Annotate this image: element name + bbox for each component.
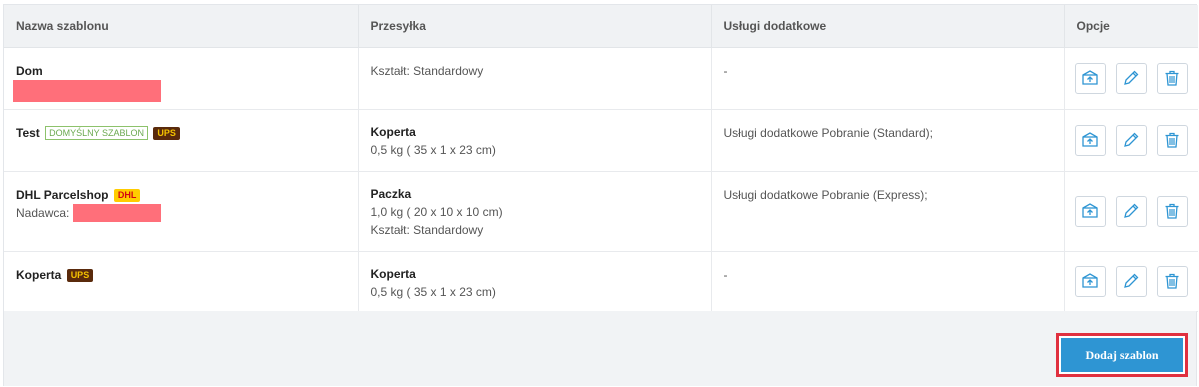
edit-button[interactable] — [1115, 124, 1147, 156]
upload-box-icon — [1082, 132, 1098, 147]
upload-box-icon — [1082, 70, 1098, 85]
dhl-badge: DHL — [113, 188, 141, 202]
template-name-cell: DHL Parcelshop DHL Nadawca: — [4, 171, 359, 252]
options-cell — [1064, 171, 1198, 252]
table-row: DHL Parcelshop DHL Nadawca: Paczka 1,0 k… — [4, 171, 1198, 252]
edit-button[interactable] — [1115, 265, 1147, 297]
services-text: - — [723, 267, 728, 282]
services-cell: Usługi dodatkowe Pobranie (Standard); — [711, 109, 1065, 172]
templates-table: Nazwa szablonu Przesyłka Usługi dodatkow… — [4, 5, 1198, 312]
use-template-button[interactable] — [1074, 124, 1106, 156]
default-template-badge: DOMYŚLNY SZABLON — [45, 125, 149, 140]
services-text: Usługi dodatkowe Pobranie (Standard); — [723, 125, 933, 140]
delete-button[interactable] — [1156, 124, 1188, 156]
table-row: Koperta UPS Koperta 0,5 kg ( 35 x 1 x 23… — [4, 251, 1198, 312]
pencil-icon — [1124, 273, 1139, 288]
add-template-button[interactable]: Dodaj szablon — [1056, 333, 1188, 377]
trash-icon — [1165, 70, 1179, 86]
table-header-row: Nazwa szablonu Przesyłka Usługi dodatkow… — [4, 5, 1198, 48]
header-template-name: Nazwa szablonu — [4, 5, 359, 48]
template-name-cell: Koperta UPS — [4, 251, 359, 312]
delete-button[interactable] — [1156, 265, 1188, 297]
shipment-type: Paczka — [370, 186, 412, 201]
delete-button[interactable] — [1156, 62, 1188, 94]
template-name-cell: Dom — [4, 47, 359, 110]
add-template-label: Dodaj szablon — [1061, 338, 1183, 372]
services-text: Usługi dodatkowe Pobranie (Express); — [723, 187, 928, 202]
trash-icon — [1165, 132, 1179, 148]
shipment-type: Koperta — [370, 124, 416, 139]
sender-label: Nadawca: — [16, 205, 70, 220]
template-name-cell: Test DOMYŚLNY SZABLON UPS — [4, 109, 359, 172]
template-name: Koperta — [16, 267, 62, 282]
services-cell: Usługi dodatkowe Pobranie (Express); — [711, 171, 1065, 252]
ups-badge: UPS — [153, 126, 180, 140]
pencil-icon — [1124, 70, 1139, 85]
shipment-detail: 0,5 kg ( 35 x 1 x 23 cm) — [370, 284, 496, 299]
shipment-cell: Kształt: Standardowy — [358, 47, 712, 110]
header-shipment: Przesyłka — [358, 5, 712, 48]
table-row: Dom Kształt: Standardowy - — [4, 47, 1198, 110]
shipment-shape: Kształt: Standardowy — [370, 222, 484, 237]
services-cell: - — [711, 251, 1065, 312]
delete-button[interactable] — [1156, 195, 1188, 227]
shipment-detail: 0,5 kg ( 35 x 1 x 23 cm) — [370, 142, 496, 157]
options-cell — [1064, 251, 1198, 312]
shipment-detail: Kształt: Standardowy — [370, 63, 484, 78]
table-footer: Dodaj szablon — [4, 311, 1196, 386]
ups-badge: UPS — [66, 268, 94, 282]
header-options: Opcje — [1064, 5, 1198, 48]
header-additional-services: Usługi dodatkowe — [711, 5, 1065, 48]
pencil-icon — [1124, 203, 1139, 218]
use-template-button[interactable] — [1074, 62, 1106, 94]
shipment-type: Koperta — [370, 266, 416, 281]
table-row: Test DOMYŚLNY SZABLON UPS Koperta 0,5 kg… — [4, 109, 1198, 172]
shipment-cell: Koperta 0,5 kg ( 35 x 1 x 23 cm) — [358, 251, 712, 312]
upload-box-icon — [1082, 273, 1098, 288]
redacted-address — [13, 79, 161, 102]
trash-icon — [1165, 273, 1179, 289]
options-cell — [1064, 47, 1198, 110]
use-template-button[interactable] — [1074, 265, 1106, 297]
services-cell: - — [711, 47, 1065, 110]
trash-icon — [1165, 203, 1179, 219]
template-name: DHL Parcelshop — [16, 187, 109, 202]
upload-box-icon — [1082, 203, 1098, 218]
shipment-cell: Paczka 1,0 kg ( 20 x 10 x 10 cm) Kształt… — [358, 171, 712, 252]
redacted-sender — [72, 204, 161, 223]
template-name: Dom — [16, 63, 43, 78]
use-template-button[interactable] — [1074, 195, 1106, 227]
edit-button[interactable] — [1115, 195, 1147, 227]
shipment-cell: Koperta 0,5 kg ( 35 x 1 x 23 cm) — [358, 109, 712, 172]
shipment-detail: 1,0 kg ( 20 x 10 x 10 cm) — [370, 204, 503, 219]
templates-panel: Nazwa szablonu Przesyłka Usługi dodatkow… — [3, 4, 1198, 386]
template-name: Test — [16, 125, 40, 140]
services-text: - — [723, 63, 728, 78]
pencil-icon — [1124, 132, 1139, 147]
options-cell — [1064, 109, 1198, 172]
edit-button[interactable] — [1115, 62, 1147, 94]
